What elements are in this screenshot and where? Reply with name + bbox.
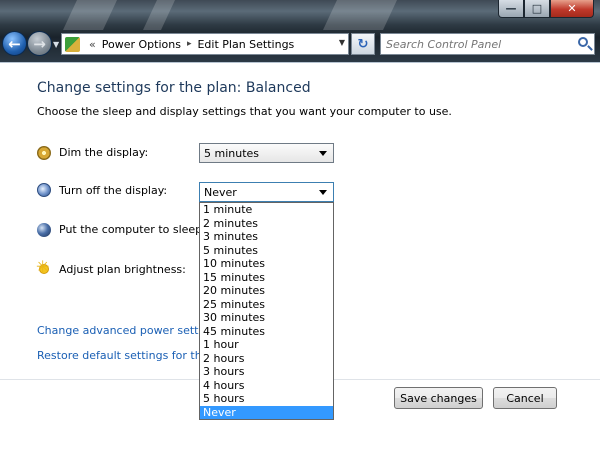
dropdown-option[interactable]: 30 minutes — [200, 311, 333, 325]
dropdown-option[interactable]: 5 hours — [200, 392, 333, 406]
minimize-icon: — — [505, 2, 517, 15]
brightness-label: Adjust plan brightness: — [59, 263, 186, 276]
dropdown-option[interactable]: 3 minutes — [200, 230, 333, 244]
turn-off-display-label: Turn off the display: — [59, 184, 168, 197]
dropdown-option[interactable]: 5 minutes — [200, 244, 333, 258]
brightness-sun-icon — [36, 259, 51, 276]
window-controls: — □ ✕ — [498, 0, 594, 18]
sleep-label: Put the computer to sleep: — [59, 223, 206, 236]
glass-streak — [323, 0, 397, 30]
refresh-icon: ↻ — [357, 36, 369, 52]
forward-button[interactable]: → — [27, 31, 52, 56]
refresh-button[interactable]: ↻ — [351, 33, 375, 55]
turn-off-display-dropdown-list[interactable]: 1 minute 2 minutes 3 minutes 5 minutes 1… — [199, 202, 334, 420]
monitor-power-icon — [37, 183, 51, 197]
close-icon: ✕ — [567, 2, 577, 15]
sleep-moon-icon — [37, 223, 51, 237]
maximize-button[interactable]: □ — [524, 0, 550, 18]
breadcrumb-separator-icon[interactable]: ▸ — [187, 39, 192, 49]
breadcrumb-overflow[interactable]: « — [89, 38, 96, 51]
minimize-button[interactable]: — — [498, 0, 524, 18]
dropdown-option[interactable]: 4 hours — [200, 379, 333, 393]
address-bar[interactable]: « Power Options ▸ Edit Plan Settings ▼ — [61, 33, 349, 55]
maximize-icon: □ — [531, 2, 543, 15]
dropdown-option[interactable]: 1 hour — [200, 338, 333, 352]
dropdown-option[interactable]: 25 minutes — [200, 298, 333, 312]
dropdown-option[interactable]: 2 hours — [200, 352, 333, 366]
cancel-button[interactable]: Cancel — [493, 387, 557, 409]
change-advanced-settings-link[interactable]: Change advanced power settings — [37, 324, 221, 337]
glass-streak — [63, 0, 117, 30]
chevron-down-icon — [319, 190, 327, 195]
close-button[interactable]: ✕ — [550, 0, 594, 18]
search-box[interactable] — [380, 33, 595, 55]
glass-streak — [143, 0, 175, 30]
address-history-chevron-icon[interactable]: ▼ — [339, 38, 345, 47]
dropdown-option[interactable]: 10 minutes — [200, 257, 333, 271]
turn-off-display-value: Never — [204, 185, 237, 199]
dropdown-option[interactable]: 20 minutes — [200, 284, 333, 298]
recent-pages-chevron-icon[interactable]: ▼ — [53, 40, 59, 49]
navigation-bar: ← → ▼ « Power Options ▸ Edit Plan Settin… — [0, 28, 600, 60]
dim-display-select[interactable]: 5 minutes — [199, 143, 334, 163]
dim-display-icon — [37, 146, 51, 160]
dim-display-value: 5 minutes — [204, 146, 260, 160]
dropdown-option-selected[interactable]: Never — [200, 405, 333, 419]
breadcrumb-power-options[interactable]: Power Options — [102, 38, 181, 51]
dropdown-option[interactable]: 45 minutes — [200, 325, 333, 339]
save-changes-button[interactable]: Save changes — [394, 387, 483, 409]
dropdown-option[interactable]: 15 minutes — [200, 271, 333, 285]
main-content: Change settings for the plan: Balanced C… — [0, 62, 600, 471]
page-description: Choose the sleep and display settings th… — [37, 105, 452, 118]
back-button[interactable]: ← — [2, 31, 27, 56]
dropdown-option[interactable]: 1 minute — [200, 203, 333, 217]
control-panel-icon — [65, 36, 80, 52]
chevron-down-icon — [319, 151, 327, 156]
page-title: Change settings for the plan: Balanced — [37, 80, 311, 96]
search-input[interactable] — [386, 37, 566, 51]
dim-display-label: Dim the display: — [59, 146, 149, 159]
back-arrow-icon: ← — [8, 34, 21, 53]
dropdown-option[interactable]: 2 minutes — [200, 217, 333, 231]
breadcrumb-edit-plan-settings[interactable]: Edit Plan Settings — [197, 38, 294, 51]
turn-off-display-select[interactable]: Never — [199, 182, 334, 202]
dropdown-option[interactable]: 3 hours — [200, 365, 333, 379]
forward-arrow-icon: → — [33, 34, 46, 53]
search-icon[interactable] — [578, 37, 588, 47]
